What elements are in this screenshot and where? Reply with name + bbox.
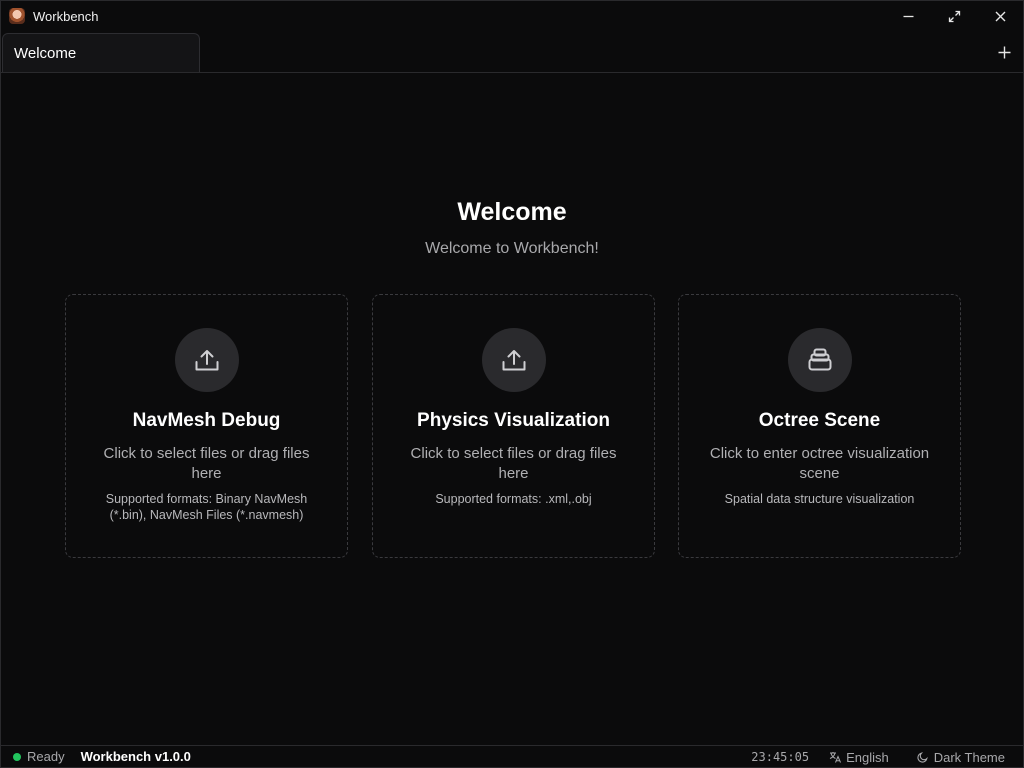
physics-visualization-card[interactable]: Physics Visualization Click to select fi… [372, 294, 655, 558]
navmesh-debug-card[interactable]: NavMesh Debug Click to select files or d… [65, 294, 348, 558]
card-title: Physics Visualization [417, 410, 610, 431]
octree-scene-card[interactable]: Octree Scene Click to enter octree visua… [678, 294, 961, 558]
main-content: Welcome Welcome to Workbench! NavMesh De… [1, 74, 1023, 745]
status-indicator [13, 752, 21, 761]
tab-label: Welcome [14, 44, 77, 62]
app-window: Workbench Welcome Welcome Welcome to Wor… [0, 0, 1024, 768]
maximize-icon [948, 10, 960, 22]
upload-icon [481, 328, 546, 392]
page-subtitle: Welcome to Workbench! [425, 240, 599, 257]
status-clock: 23:45:05 [751, 750, 810, 764]
minimize-button[interactable] [885, 1, 931, 31]
card-description: Click to enter octree visualization scen… [709, 445, 930, 482]
plus-icon [998, 46, 1010, 58]
tab-welcome[interactable]: Welcome [2, 33, 200, 72]
moon-icon [917, 752, 928, 763]
close-button[interactable] [977, 1, 1023, 31]
minimize-icon [903, 15, 913, 17]
tab-bar: Welcome [1, 31, 1023, 73]
card-description: Click to select files or drag files here [103, 445, 310, 482]
layers-icon [787, 328, 852, 392]
window-title: Workbench [33, 8, 99, 24]
app-version: Workbench v1.0.0 [80, 749, 191, 764]
app-logo-icon [9, 8, 25, 24]
page-title: Welcome [457, 198, 567, 226]
close-icon [995, 11, 1005, 21]
window-controls [885, 1, 1023, 31]
upload-icon [174, 328, 239, 392]
title-bar: Workbench [1, 1, 1023, 31]
maximize-button[interactable] [931, 1, 977, 31]
status-bar: Ready Workbench v1.0.0 23:45:05 English … [1, 745, 1023, 767]
status-text: Ready [27, 749, 65, 764]
language-label: English [846, 749, 889, 765]
card-title: Octree Scene [758, 410, 881, 431]
language-switch[interactable]: English [829, 750, 889, 765]
card-note: Spatial data structure visualization [724, 492, 915, 506]
card-note: Supported formats: Binary NavMesh (*.bin… [105, 492, 308, 522]
card-title: NavMesh Debug [132, 410, 281, 431]
theme-switch[interactable]: Dark Theme [917, 750, 1005, 765]
add-tab-button[interactable] [993, 41, 1015, 63]
theme-label: Dark Theme [933, 749, 1005, 765]
card-description: Click to select files or drag files here [410, 445, 617, 482]
card-note: Supported formats: .xml,.obj [435, 492, 592, 506]
status-right: 23:45:05 English Dark Theme [751, 746, 1005, 768]
translate-icon [829, 752, 842, 763]
